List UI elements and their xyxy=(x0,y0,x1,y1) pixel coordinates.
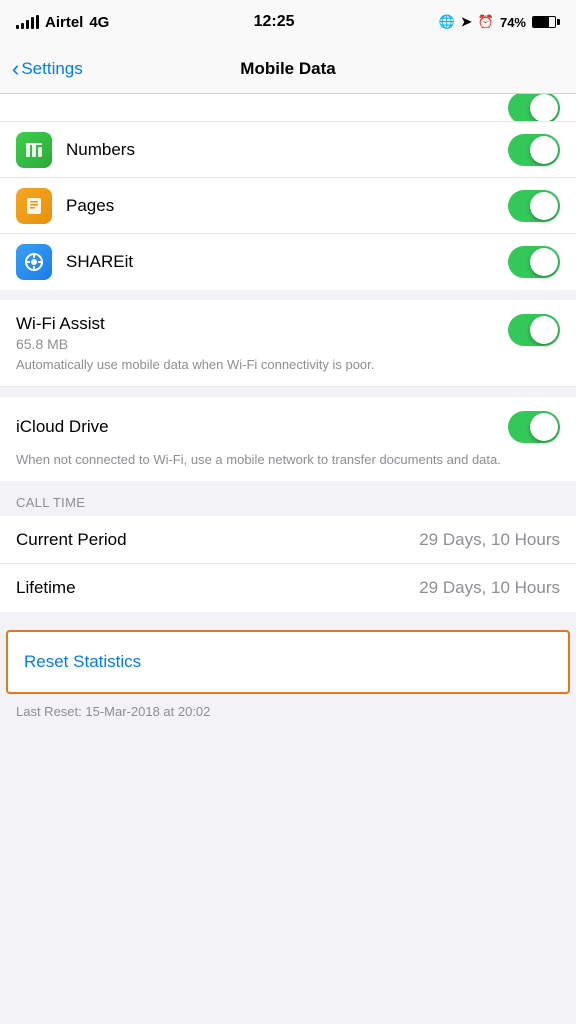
shareit-app-icon xyxy=(16,244,52,280)
status-right: 🌐 ➤ ⏰ 74% xyxy=(439,14,560,30)
toggle-knob xyxy=(530,192,558,220)
partial-toggle[interactable] xyxy=(508,94,560,122)
reset-statistics-label: Reset Statistics xyxy=(24,652,141,672)
status-left: Airtel 4G xyxy=(16,14,109,31)
content-area: Numbers Pages xyxy=(0,94,576,765)
apps-section: Numbers Pages xyxy=(0,122,576,290)
icloud-drive-section: iCloud Drive When not connected to Wi-Fi… xyxy=(0,397,576,481)
numbers-label: Numbers xyxy=(66,140,508,160)
divider xyxy=(0,612,576,620)
shareit-label: SHAREit xyxy=(66,252,508,272)
numbers-app-icon xyxy=(16,132,52,168)
list-item: Numbers xyxy=(0,122,576,178)
page-title: Mobile Data xyxy=(240,59,335,79)
reset-statistics-section: Reset Statistics xyxy=(6,630,570,694)
chevron-left-icon: ‹ xyxy=(12,58,19,80)
current-period-label: Current Period xyxy=(16,530,127,550)
current-period-value: 29 Days, 10 Hours xyxy=(419,530,560,550)
call-time-section: Current Period 29 Days, 10 Hours Lifetim… xyxy=(0,516,576,612)
shareit-toggle[interactable] xyxy=(508,246,560,278)
toggle-knob xyxy=(530,316,558,344)
reset-statistics-button[interactable]: Reset Statistics xyxy=(8,632,568,692)
lifetime-row: Lifetime 29 Days, 10 Hours xyxy=(0,564,576,612)
pages-label: Pages xyxy=(66,196,508,216)
current-period-row: Current Period 29 Days, 10 Hours xyxy=(0,516,576,564)
divider xyxy=(0,387,576,397)
lifetime-value: 29 Days, 10 Hours xyxy=(419,578,560,598)
call-time-header: CALL TIME xyxy=(0,481,576,516)
wifi-assist-title: Wi-Fi Assist xyxy=(16,314,105,334)
toggle-knob xyxy=(530,136,558,164)
list-item: Pages xyxy=(0,178,576,234)
icloud-drive-title: iCloud Drive xyxy=(16,417,109,437)
toggle-knob xyxy=(530,94,558,122)
list-item: SHAREit xyxy=(0,234,576,290)
pages-toggle[interactable] xyxy=(508,190,560,222)
carrier-label: Airtel xyxy=(45,14,83,31)
signal-icon xyxy=(16,15,39,29)
numbers-toggle[interactable] xyxy=(508,134,560,166)
icloud-drive-toggle[interactable] xyxy=(508,411,560,443)
status-bar: Airtel 4G 12:25 🌐 ➤ ⏰ 74% xyxy=(0,0,576,44)
battery-percent: 74% xyxy=(500,15,526,30)
wifi-assist-toggle[interactable] xyxy=(508,314,560,346)
alarm-icon: ⏰ xyxy=(478,14,494,30)
globe-icon: 🌐 xyxy=(439,14,455,30)
network-label: 4G xyxy=(89,14,109,31)
icloud-drive-description: When not connected to Wi-Fi, use a mobil… xyxy=(16,451,560,469)
wifi-assist-row: Wi-Fi Assist 65.8 MB Automatically use m… xyxy=(0,300,576,387)
toggle-knob xyxy=(530,413,558,441)
battery-icon xyxy=(532,16,560,28)
wifi-assist-section: Wi-Fi Assist 65.8 MB Automatically use m… xyxy=(0,300,576,387)
wifi-assist-usage: 65.8 MB xyxy=(16,336,105,352)
toggle-knob xyxy=(530,248,558,276)
pages-app-icon xyxy=(16,188,52,224)
back-button[interactable]: ‹ Settings xyxy=(12,58,83,80)
divider xyxy=(0,290,576,300)
last-reset-text: Last Reset: 15-Mar-2018 at 20:02 xyxy=(0,694,576,725)
status-time: 12:25 xyxy=(254,13,295,31)
icloud-drive-row: iCloud Drive When not connected to Wi-Fi… xyxy=(0,397,576,481)
wifi-assist-description: Automatically use mobile data when Wi-Fi… xyxy=(16,356,560,374)
nav-bar: ‹ Settings Mobile Data xyxy=(0,44,576,94)
location-icon: ➤ xyxy=(461,14,472,30)
top-partial-row xyxy=(0,94,576,122)
lifetime-label: Lifetime xyxy=(16,578,76,598)
back-label: Settings xyxy=(21,59,82,79)
